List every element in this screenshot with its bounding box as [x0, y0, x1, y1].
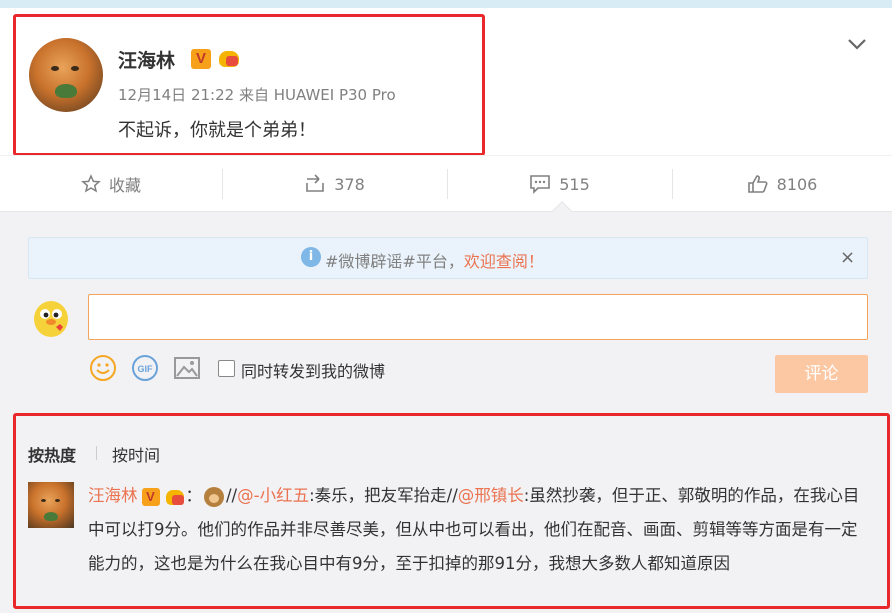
- thumbs-up-icon: [747, 175, 768, 193]
- user-avatar-chick[interactable]: [28, 294, 74, 340]
- favorite-button[interactable]: 收藏: [0, 156, 222, 212]
- notice-label[interactable]: #微博辟谣#平台，: [325, 252, 464, 271]
- sort-by-time[interactable]: 按时间: [112, 442, 160, 466]
- sort-divider: [96, 446, 97, 460]
- verified-v-icon[interactable]: V: [141, 487, 160, 506]
- post-meta: 12月14日 21:22 来自 HUAWEI P30 Pro: [118, 84, 396, 105]
- like-button[interactable]: 8106: [672, 156, 892, 212]
- comment-username[interactable]: 汪海林: [88, 486, 138, 505]
- close-icon[interactable]: ×: [840, 247, 855, 268]
- post-username[interactable]: 汪海林: [118, 46, 175, 73]
- repost-checkbox[interactable]: [218, 360, 235, 377]
- repost-checkbox-label[interactable]: 同时转发到我的微博: [241, 358, 385, 382]
- sort-by-hot[interactable]: 按热度: [28, 442, 76, 466]
- submit-comment-button[interactable]: 评论: [775, 355, 868, 393]
- info-icon: i: [301, 247, 321, 267]
- image-icon[interactable]: [173, 354, 201, 382]
- post-source[interactable]: HUAWEI P30 Pro: [274, 86, 396, 104]
- comment-sep: ：: [185, 486, 203, 505]
- emoji-icon[interactable]: [89, 354, 117, 382]
- post-avatar[interactable]: [29, 38, 103, 112]
- comment-count: 515: [559, 174, 590, 194]
- repost-button[interactable]: 378: [222, 156, 447, 212]
- comment-avatar[interactable]: [28, 482, 74, 528]
- comment-part: :奏乐，把友军抬走//: [309, 486, 458, 505]
- top-strip: [0, 0, 892, 8]
- star-icon: [81, 174, 101, 193]
- favorite-label: 收藏: [108, 176, 141, 195]
- vip-crown-icon[interactable]: [217, 47, 241, 69]
- notice-link[interactable]: 欢迎查阅！: [464, 252, 544, 271]
- post-timestamp[interactable]: 12月14日 21:22: [118, 86, 234, 104]
- verified-v-icon[interactable]: V: [191, 49, 211, 69]
- post-content: 不起诉，你就是个弟弟！: [118, 120, 316, 141]
- rumor-notice: i #微博辟谣#平台，欢迎查阅！ ×: [28, 237, 868, 279]
- gif-label: GIF: [138, 364, 154, 374]
- comment-icon: [530, 175, 551, 194]
- repost-count: 378: [334, 174, 365, 194]
- like-count: 8106: [776, 174, 818, 194]
- monkey-emoji-icon: [204, 486, 224, 507]
- mention-xiaohongwu[interactable]: @-小红五: [237, 486, 309, 505]
- repost-icon: [306, 174, 325, 192]
- mention-xingzhenzhang[interactable]: @邢镇长: [458, 486, 524, 505]
- comment-input[interactable]: [88, 294, 868, 340]
- notice-text: #微博辟谣#平台，欢迎查阅！: [325, 248, 544, 272]
- chevron-down-icon[interactable]: [846, 36, 868, 52]
- comment-part: //: [226, 486, 238, 505]
- vip-crown-icon[interactable]: [164, 487, 186, 507]
- action-bar: 收藏 378 515 8106: [0, 155, 892, 211]
- gif-icon[interactable]: GIF: [131, 354, 159, 382]
- comment-text: 汪海林 V：//@-小红五:奏乐，把友军抬走//@邢镇长:虽然抄袭，但于正、郭敬明…: [88, 479, 868, 581]
- source-prefix: 来自: [238, 86, 269, 104]
